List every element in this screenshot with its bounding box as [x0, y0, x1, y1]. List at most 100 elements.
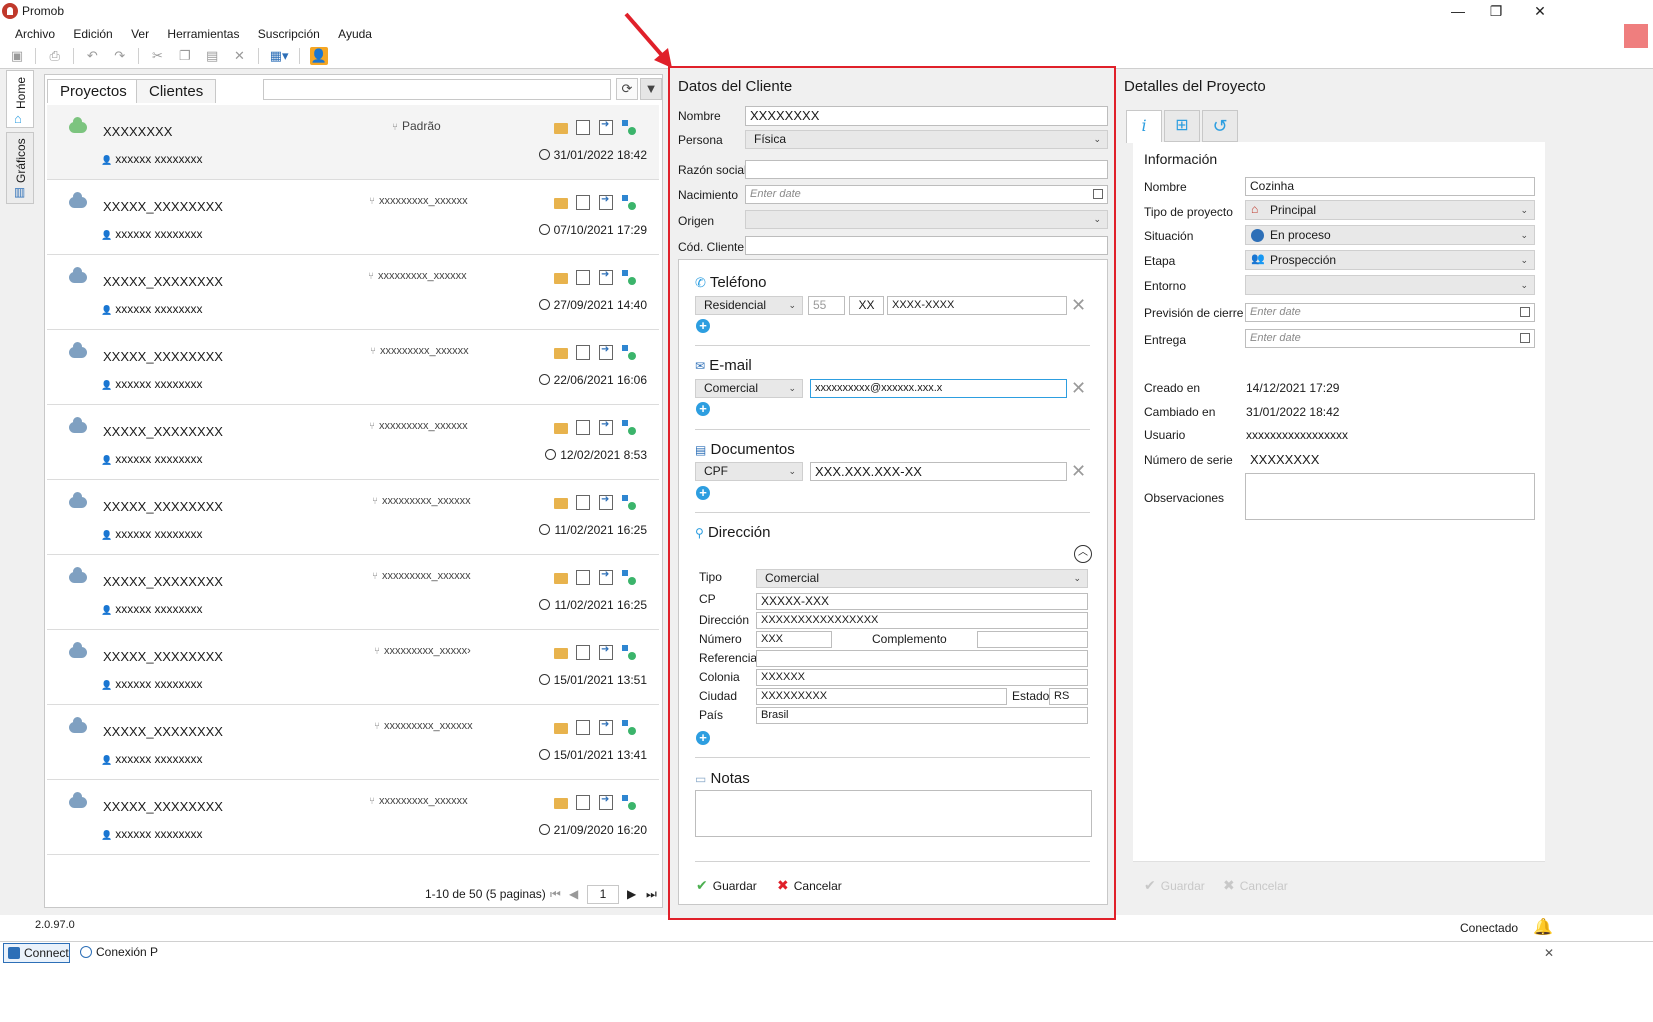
open-folder-icon[interactable]	[554, 498, 568, 509]
restore-button[interactable]: ❐	[1476, 0, 1516, 22]
export-icon[interactable]	[599, 269, 613, 285]
project-row[interactable]: XXXXX_XXXXXXXXxxxxxx xxxxxxxx ⑂ xxxxxxxxx_…	[47, 330, 659, 405]
delete-icon[interactable]: ✕	[230, 47, 248, 65]
export-icon[interactable]	[599, 419, 613, 435]
prev-page-icon[interactable]: ◀	[569, 887, 578, 901]
export-icon[interactable]	[599, 119, 613, 135]
share-network-icon[interactable]	[622, 720, 636, 735]
project-row[interactable]: XXXXXXXX xxxxxx xxxxxxxx ⑂ Padrão 31/01/2022…	[47, 105, 659, 180]
share-network-icon[interactable]	[622, 570, 636, 585]
environment-select[interactable]: ⌄	[1245, 275, 1535, 295]
cp-input[interactable]: XXXXX-XXX	[756, 593, 1088, 610]
copy-project-icon[interactable]	[576, 570, 590, 585]
phone-country-input[interactable]: 55	[808, 296, 845, 315]
add-phone-icon[interactable]: +	[696, 319, 710, 333]
project-row[interactable]: XXXXX_XXXXXXXXxxxxxx xxxxxxxx ⑂ xxxxxxxxx_…	[47, 180, 659, 255]
project-row[interactable]: XXXXX_XXXXXXXXxxxxxx xxxxxxxx ⑂ xxxxxxxxx_…	[47, 480, 659, 555]
share-network-icon[interactable]	[622, 645, 636, 660]
cancel-project-button[interactable]: ✖ Cancelar	[1223, 877, 1288, 894]
project-row[interactable]: XXXXX_XXXXXXXXxxxxxx xxxxxxxx ⑂ xxxxxxxxx_…	[47, 780, 659, 855]
delivery-date-input[interactable]: Enter date	[1245, 329, 1535, 348]
export-icon[interactable]	[599, 719, 613, 735]
side-tab-graficos[interactable]: Gráficos ▥	[6, 132, 34, 204]
birthdate-input[interactable]: Enter date	[745, 185, 1108, 204]
project-row[interactable]: XXXXX_XXXXXXXXxxxxxx xxxxxxxx ⑂ xxxxxxxxx_…	[47, 405, 659, 480]
share-network-icon[interactable]	[622, 270, 636, 285]
stage-select[interactable]: 👥 Prospección ⌄	[1245, 250, 1535, 270]
razon-social-input[interactable]	[745, 160, 1108, 179]
bell-icon[interactable]: 🔔	[1533, 917, 1553, 937]
notes-textarea[interactable]	[695, 790, 1092, 837]
open-folder-icon[interactable]	[554, 798, 568, 809]
remove-email-icon[interactable]: ✕	[1071, 379, 1086, 397]
email-input[interactable]: xxxxxxxxxx@xxxxxx.xxx.x	[810, 379, 1067, 398]
open-folder-icon[interactable]	[554, 273, 568, 284]
side-tab-home[interactable]: Home ⌂	[6, 70, 34, 128]
user-icon[interactable]: 👤	[309, 47, 328, 65]
copy-project-icon[interactable]	[576, 645, 590, 660]
copy-project-icon[interactable]	[576, 795, 590, 810]
persona-select[interactable]: Física ⌄	[745, 130, 1108, 149]
close-icon[interactable]: ✕	[1544, 946, 1554, 960]
open-folder-icon[interactable]	[554, 123, 568, 134]
phone-number-input[interactable]: XXXX-XXXX	[887, 296, 1067, 315]
redo-icon[interactable]: ↷	[111, 47, 129, 65]
share-network-icon[interactable]	[622, 795, 636, 810]
first-page-icon[interactable]: ⏮	[550, 887, 561, 902]
print-icon[interactable]: ⎙	[46, 47, 64, 65]
project-row[interactable]: XXXXX_XXXXXXXXxxxxxx xxxxxxxx ⑂ xxxxxxxxx_…	[47, 630, 659, 705]
export-icon[interactable]	[599, 644, 613, 660]
share-network-icon[interactable]	[622, 120, 636, 135]
situation-select[interactable]: En proceso ⌄	[1245, 225, 1535, 245]
cancel-client-button[interactable]: ✖ Cancelar	[777, 877, 842, 894]
info-tab-icon[interactable]: i	[1126, 110, 1162, 143]
menu-ayuda[interactable]: Ayuda	[338, 24, 372, 44]
copy-project-icon[interactable]	[576, 495, 590, 510]
history-tab-icon[interactable]: ↺	[1202, 110, 1238, 142]
copy-project-icon[interactable]	[576, 720, 590, 735]
export-icon[interactable]	[599, 194, 613, 210]
close-button[interactable]: ✕	[1520, 0, 1560, 22]
calendar-icon[interactable]	[1093, 189, 1103, 199]
share-network-icon[interactable]	[622, 195, 636, 210]
address-type-select[interactable]: Comercial ⌄	[756, 569, 1088, 588]
copy-project-icon[interactable]	[576, 345, 590, 360]
document-type-select[interactable]: CPF ⌄	[695, 462, 803, 481]
complement-input[interactable]	[977, 631, 1088, 648]
observations-textarea[interactable]	[1245, 473, 1535, 520]
tab-proyectos[interactable]: Proyectos	[47, 79, 140, 103]
street-input[interactable]: XXXXXXXXXXXXXXXX	[756, 612, 1088, 629]
open-folder-icon[interactable]	[554, 198, 568, 209]
tab-clientes[interactable]: Clientes	[136, 79, 217, 103]
origen-select[interactable]: ⌄	[745, 210, 1108, 229]
export-icon[interactable]	[599, 344, 613, 360]
email-type-select[interactable]: Comercial ⌄	[695, 379, 803, 398]
task-tab-conexion[interactable]: Conexión P	[76, 943, 162, 963]
collapse-up-icon[interactable]: ︿	[1074, 545, 1092, 563]
minimize-button[interactable]: —	[1438, 0, 1478, 22]
city-input[interactable]: XXXXXXXXX	[756, 688, 1007, 705]
paste-icon[interactable]: ▤	[203, 47, 221, 65]
open-folder-icon[interactable]	[554, 348, 568, 359]
menu-ver[interactable]: Ver	[131, 24, 149, 44]
project-type-select[interactable]: ⌂ Principal ⌄	[1245, 200, 1535, 220]
menu-herramientas[interactable]: Herramientas	[167, 24, 239, 44]
cod-cliente-input[interactable]	[745, 236, 1108, 255]
phone-area-input[interactable]: XX	[849, 296, 884, 315]
state-input[interactable]: RS	[1049, 688, 1088, 705]
remove-document-icon[interactable]: ✕	[1071, 462, 1086, 480]
layout-icon[interactable]: ▦▾	[268, 47, 290, 65]
refresh-icon[interactable]: ⟳	[616, 78, 638, 100]
menu-edicion[interactable]: Edición	[73, 24, 112, 44]
add-email-icon[interactable]: +	[696, 402, 710, 416]
add-document-icon[interactable]: +	[696, 486, 710, 500]
copy-project-icon[interactable]	[576, 195, 590, 210]
colonia-input[interactable]: XXXXXX	[756, 669, 1088, 686]
copy-project-icon[interactable]	[576, 270, 590, 285]
calendar-icon[interactable]	[1520, 307, 1530, 317]
copy-project-icon[interactable]	[576, 420, 590, 435]
open-folder-icon[interactable]	[554, 573, 568, 584]
phone-type-select[interactable]: Residencial ⌄	[695, 296, 803, 315]
open-folder-icon[interactable]	[554, 723, 568, 734]
filter-icon[interactable]: ▼	[640, 78, 662, 100]
